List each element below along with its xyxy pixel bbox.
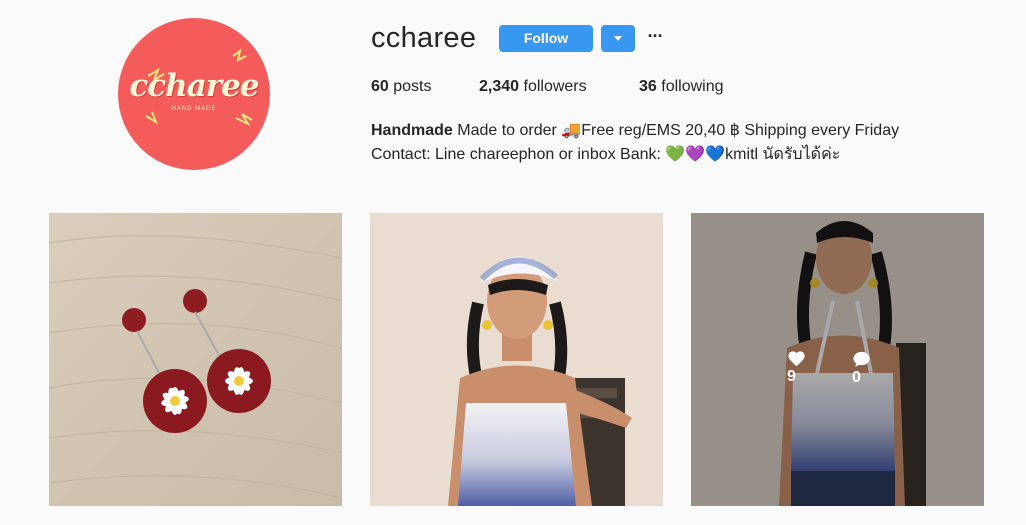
likes-count: 9 — [787, 368, 796, 385]
bio-line-2: Contact: Line chareephon or inbox Bank: … — [371, 146, 841, 163]
caret-down-icon — [614, 36, 622, 41]
bio-line-1: Handmade Made to order 🚚Free reg/EMS 20,… — [371, 119, 991, 143]
bio-line-1-text: Made to order 🚚Free reg/EMS 20,40 ฿ Ship… — [452, 122, 900, 139]
profile-avatar[interactable]: ccharee HAND MADE — [118, 18, 270, 170]
comment-icon — [853, 351, 870, 367]
comments-stat: 0 — [852, 350, 877, 388]
followers-label: followers — [523, 78, 587, 95]
following-label: following — [661, 78, 724, 95]
following-stat[interactable]: 36 following — [639, 78, 724, 96]
avatar-logo-text: ccharee — [129, 68, 259, 104]
heart-icon — [788, 351, 805, 367]
posts-stat: 60 posts — [371, 78, 432, 96]
posts-label: posts — [393, 78, 432, 95]
post-thumbnail-1[interactable] — [49, 213, 342, 506]
profile-username: ccharee — [371, 22, 477, 54]
post-hover-overlay: 9 0 — [691, 213, 984, 506]
posts-count: 60 — [371, 78, 389, 95]
girl-bandana-tie-dye-top-photo — [370, 213, 663, 506]
profile-bio: Handmade Made to order 🚚Free reg/EMS 20,… — [371, 119, 991, 167]
post-thumbnail-3[interactable]: 9 0 — [691, 213, 984, 506]
avatar-logo-subtext: HAND MADE — [171, 106, 217, 112]
follow-options-dropdown-button[interactable] — [601, 25, 635, 52]
follow-button[interactable]: Follow — [499, 25, 593, 52]
likes-stat: 9 — [787, 350, 812, 387]
red-flower-earrings-photo — [49, 213, 342, 506]
post-thumbnail-2[interactable] — [370, 213, 663, 506]
bio-name: Handmade — [371, 122, 453, 139]
following-count: 36 — [639, 78, 657, 95]
followers-stat[interactable]: 2,340 followers — [479, 78, 587, 96]
followers-count: 2,340 — [479, 78, 520, 95]
more-options-button[interactable]: ··· — [645, 26, 665, 50]
comments-count: 0 — [852, 369, 861, 386]
